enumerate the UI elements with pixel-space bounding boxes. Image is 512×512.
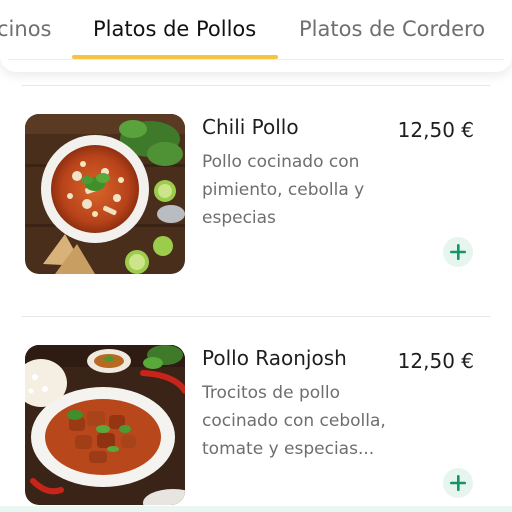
tab-bar-divider — [8, 59, 504, 60]
item-name: Chili Pollo — [202, 115, 299, 139]
item-description: Trocitos de pollo cocinado con cebolla, … — [202, 383, 386, 459]
item-price: 12,50 € — [397, 118, 474, 142]
add-to-cart-button[interactable] — [443, 468, 473, 498]
add-to-cart-button[interactable] — [443, 237, 473, 267]
list-divider — [22, 316, 490, 317]
tab-aperitivos[interactable]: cinos — [0, 14, 51, 44]
plus-icon — [450, 244, 466, 260]
bottom-bar-edge — [0, 506, 512, 512]
item-description: Pollo cocinado con pimiento, cebolla y e… — [202, 152, 365, 228]
item-name: Pollo Raonjosh — [202, 346, 347, 370]
plus-icon — [450, 475, 466, 491]
category-tab-bar: cinos Platos de Pollos Platos de Cordero — [0, 0, 512, 72]
tab-platos-de-cordero[interactable]: Platos de Cordero — [299, 14, 485, 44]
item-price: 12,50 € — [397, 349, 474, 373]
menu-page: cinos Platos de Pollos Platos de Cordero — [0, 0, 512, 512]
chili-pollo-photo[interactable] — [25, 114, 185, 274]
list-divider — [22, 85, 490, 86]
pollo-raonjosh-photo[interactable] — [25, 345, 185, 505]
tab-platos-de-pollos[interactable]: Platos de Pollos — [93, 14, 256, 44]
